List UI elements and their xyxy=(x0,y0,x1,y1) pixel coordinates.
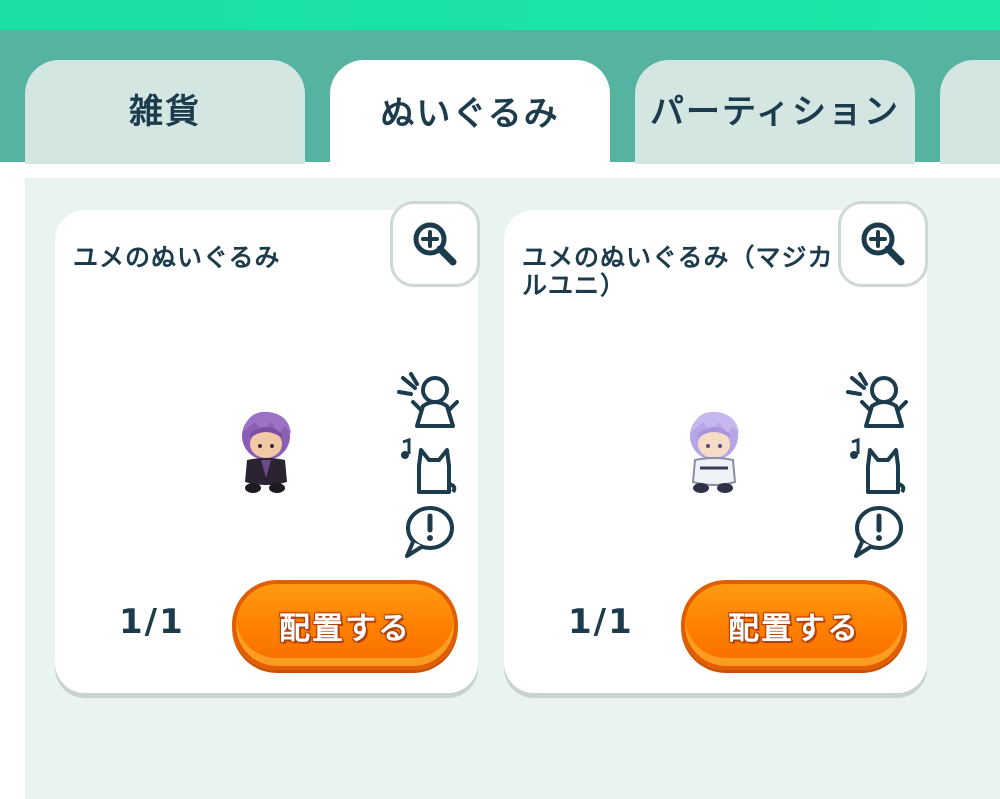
tab-label: 雑貨 xyxy=(129,91,201,132)
item-title: ユメのぬいぐるみ（マジカルユニ） xyxy=(522,243,834,300)
zoom-button[interactable] xyxy=(390,201,480,287)
music-cat-icon xyxy=(850,437,906,494)
place-button-label: 配置する xyxy=(728,610,860,647)
item-card: ユメのぬいぐるみ 1/1 配置する xyxy=(55,201,480,693)
tab-plush[interactable]: ぬいぐるみ xyxy=(330,60,610,168)
tab-label: ぬいぐるみ xyxy=(380,93,560,134)
feature-icons xyxy=(846,370,908,568)
plush-image xyxy=(690,411,739,493)
tab-next[interactable] xyxy=(940,60,1000,164)
spotlight-icon xyxy=(397,372,459,428)
place-button[interactable]: 配置する xyxy=(681,580,907,670)
tab-label: パーティション xyxy=(650,91,900,132)
spotlight-icon xyxy=(846,372,908,428)
place-button[interactable]: 配置する xyxy=(232,580,458,670)
item-card: ユメのぬいぐるみ（マジカルユニ） 1/1 配置する xyxy=(504,201,928,693)
item-count: 1/1 xyxy=(568,602,634,642)
tab-partition[interactable]: パーティション xyxy=(635,60,915,164)
zoom-in-icon xyxy=(861,222,905,266)
zoom-button[interactable] xyxy=(838,201,928,287)
item-count: 1/1 xyxy=(119,602,185,642)
item-title: ユメのぬいぐるみ xyxy=(73,243,281,272)
music-cat-icon xyxy=(401,437,457,494)
place-button-label: 配置する xyxy=(279,610,411,647)
header-bar xyxy=(0,0,1000,30)
tab-goods[interactable]: 雑貨 xyxy=(25,60,305,164)
speech-exclaim-icon xyxy=(405,506,454,558)
plush-image xyxy=(242,411,291,493)
zoom-in-icon xyxy=(413,222,457,266)
speech-exclaim-icon xyxy=(854,506,903,558)
feature-icons xyxy=(397,370,459,568)
